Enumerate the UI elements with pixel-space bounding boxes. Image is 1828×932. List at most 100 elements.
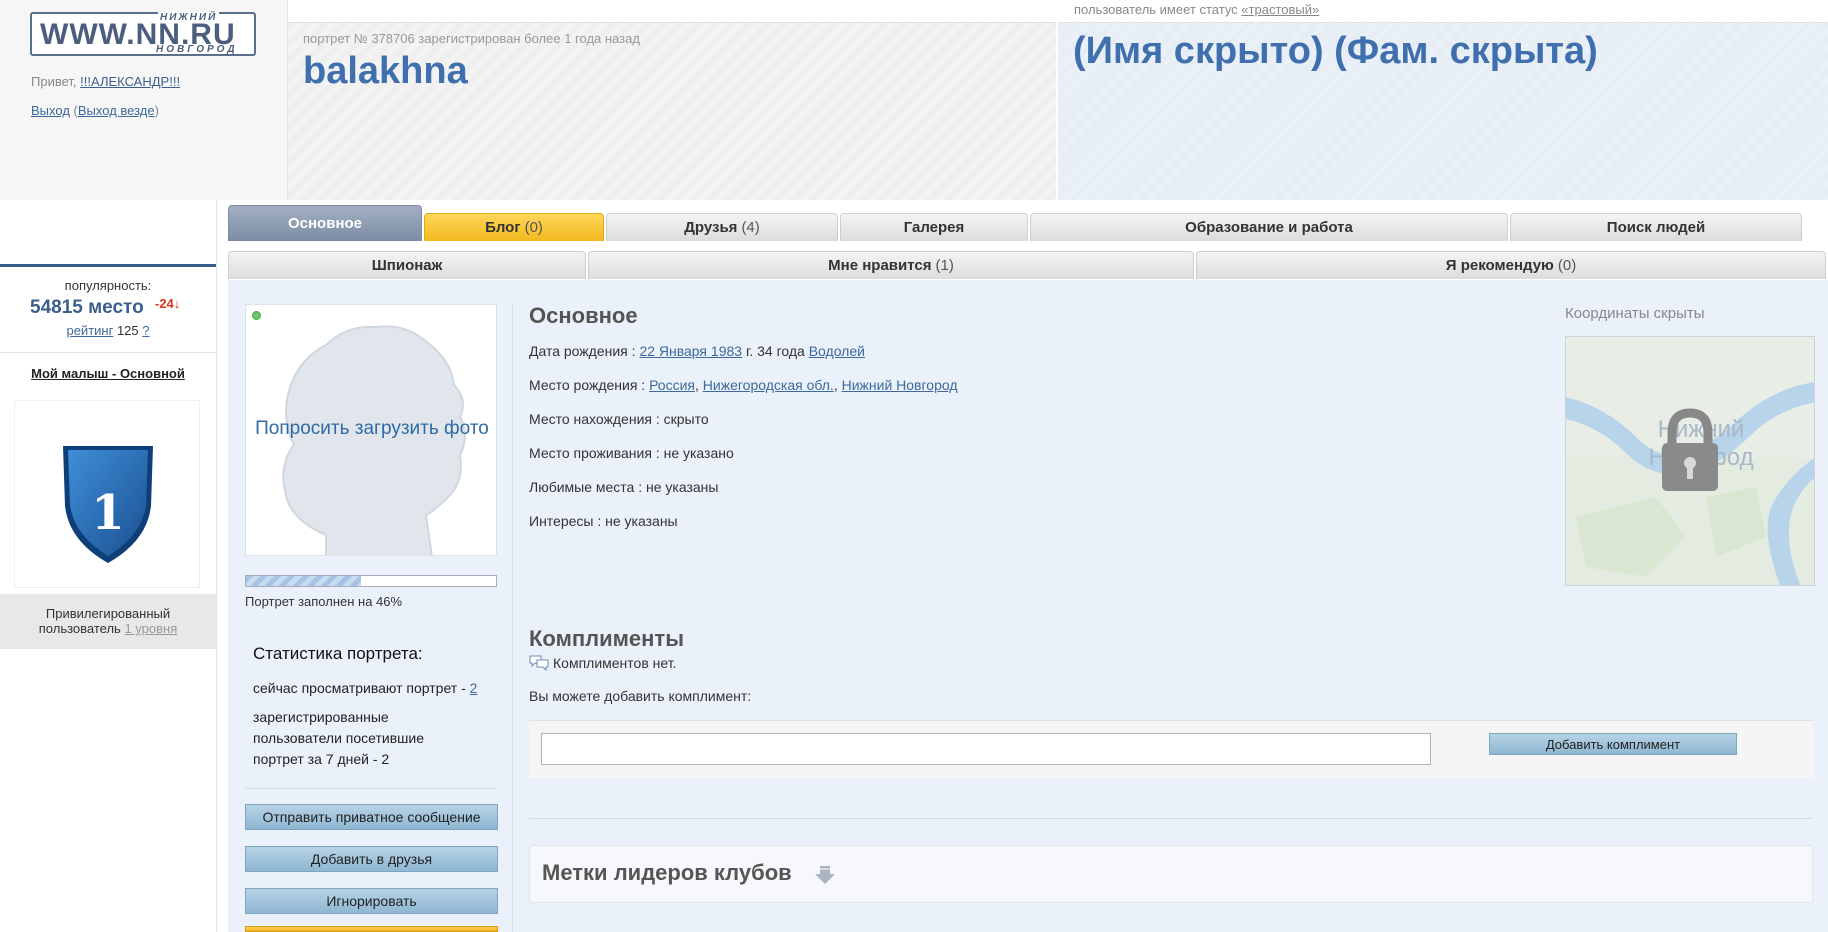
- greeting-prefix: Привет,: [31, 74, 77, 89]
- stats-visits: зарегистрированные пользователи посетивш…: [253, 709, 424, 767]
- tabs-row-2: Шпионаж Мне нравится (1) Я рекомендую (0…: [228, 251, 1826, 279]
- site-logo[interactable]: НИЖНИЙ WWW.NN.RU НОВГОРОД: [30, 12, 256, 56]
- tab-count: (1): [935, 257, 954, 274]
- interests-row: Интересы : не указаны: [529, 513, 678, 529]
- fill-progress-fill: [246, 576, 361, 586]
- stats-title: Статистика портрета:: [253, 644, 423, 663]
- popularity-label: популярность:: [64, 278, 152, 293]
- now-viewing-count-link[interactable]: 2: [470, 680, 478, 696]
- tab-label: Шпионаж: [371, 257, 443, 274]
- birth-label: Дата рождения :: [529, 343, 636, 359]
- tab-recommend[interactable]: Я рекомендую (0): [1196, 251, 1826, 279]
- coords-hidden-label: Координаты скрыты: [1565, 305, 1705, 322]
- birthplace-city-link[interactable]: Нижний Новгород: [842, 377, 958, 393]
- online-indicator: [252, 311, 261, 320]
- tab-likes[interactable]: Мне нравится (1): [588, 251, 1194, 279]
- rating-link[interactable]: рейтинг: [66, 323, 113, 338]
- location-row: Место нахождения : скрыто: [529, 411, 709, 427]
- tabs-row-1: Основное Блог (0) Друзья (4) Галерея Обр…: [228, 205, 1802, 241]
- logo-bottom-text: НОВГОРОД: [156, 44, 238, 55]
- rating-value: 125: [116, 323, 139, 338]
- birth-date-row: Дата рождения : 22 Января 1983 г. 34 год…: [529, 343, 865, 359]
- now-viewing-prefix: сейчас просматривают портрет -: [253, 680, 466, 696]
- tab-label: Основное: [287, 215, 363, 232]
- priv-level-link[interactable]: 1 уровня: [124, 621, 177, 636]
- tab-count: (4): [741, 219, 760, 236]
- tab-label: Блог: [485, 219, 521, 236]
- tab-label: Галерея: [903, 219, 965, 236]
- nickname: balakhna: [303, 50, 468, 92]
- ignore-button[interactable]: Игнорировать: [245, 888, 498, 914]
- priv-line2: пользователь: [38, 621, 121, 636]
- add-compliment-button[interactable]: Добавить комплимент: [1489, 733, 1737, 755]
- section-title-compliments: Комплименты: [529, 626, 684, 651]
- tab-count: (0): [1557, 257, 1577, 274]
- header-left-band: [288, 22, 1056, 200]
- sidebar-divider: [0, 264, 216, 267]
- shield-badge-icon: 1: [63, 446, 153, 563]
- birthplace-label: Место рождения :: [529, 377, 646, 393]
- badge-number: 1: [91, 485, 124, 541]
- compliments-empty: Комплиментов нет.: [529, 655, 676, 671]
- logout-all-link[interactable]: Выход везде: [78, 103, 155, 118]
- fill-progress-bar: [245, 575, 497, 587]
- tab-count: (0): [524, 219, 543, 236]
- tab-spying[interactable]: Шпионаж: [228, 251, 586, 279]
- trust-prefix: пользователь имеет статус: [1074, 2, 1238, 17]
- sidebar-separator: [0, 352, 216, 353]
- birth-date-link[interactable]: 22 Января 1983: [639, 343, 742, 359]
- logout-links: Выход (Выход везде): [31, 103, 159, 118]
- greeting: Привет, !!!АЛЕКСАНДР!!!: [31, 74, 180, 89]
- birthplace-region-link[interactable]: Нижегородская обл.: [703, 377, 834, 393]
- rating-help-link[interactable]: ?: [142, 323, 149, 338]
- compliments-hint: Вы можете добавить комплимент:: [529, 688, 752, 704]
- fill-progress-text: Портрет заполнен на 46%: [245, 594, 403, 609]
- tab-osnovnoe[interactable]: Основное: [228, 205, 422, 241]
- trust-status: пользователь имеет статус «трастовый»: [1074, 2, 1319, 17]
- residence-row: Место проживания : не указано: [529, 445, 734, 461]
- stats-now-viewing: сейчас просматривают портрет - 2: [253, 680, 477, 696]
- add-friend-button[interactable]: Добавить в друзья: [245, 846, 498, 872]
- popularity-place: 54815 место: [30, 297, 144, 318]
- popularity-delta: -24↓: [155, 296, 181, 311]
- birthplace-country-link[interactable]: Россия: [649, 377, 695, 393]
- tab-label: Образование и работа: [1185, 219, 1353, 236]
- registration-info: портрет № 378706 зарегистрирован более 1…: [303, 31, 640, 46]
- rating-row: рейтинг 125 ?: [0, 323, 216, 338]
- column-divider: [512, 304, 513, 932]
- photo-placeholder[interactable]: Попросить загрузить фото: [245, 304, 497, 556]
- expand-arrow-icon[interactable]: [814, 864, 836, 886]
- tab-people-search[interactable]: Поиск людей: [1510, 213, 1802, 241]
- zodiac-link[interactable]: Водолей: [809, 343, 865, 359]
- fav-places-row: Любимые места : не указаны: [529, 479, 719, 495]
- map-image: Нижний Новгород: [1566, 337, 1814, 585]
- trust-link[interactable]: «трастовый»: [1241, 2, 1319, 17]
- tab-gallery[interactable]: Галерея: [840, 213, 1028, 241]
- privileged-user-box: Привилегированный пользователь 1 уровня: [0, 594, 216, 649]
- section-separator: [529, 818, 1813, 819]
- baby-title[interactable]: Мой малыш - Основной: [0, 366, 216, 381]
- birth-age: г. 34 года: [745, 343, 805, 359]
- section-title-main: Основное: [529, 303, 638, 328]
- top-left-panel: НИЖНИЙ WWW.NN.RU НОВГОРОД Привет, !!!АЛЕ…: [0, 0, 288, 200]
- extra-action-button[interactable]: [245, 926, 498, 932]
- tab-education-work[interactable]: Образование и работа: [1030, 213, 1508, 241]
- birthplace-row: Место рождения : Россия, Нижегородская о…: [529, 377, 958, 393]
- speech-bubbles-icon: [529, 655, 549, 671]
- tab-friends[interactable]: Друзья (4): [606, 213, 838, 241]
- tab-label: Друзья: [684, 219, 738, 236]
- user-name-link[interactable]: !!!АЛЕКСАНДР!!!: [80, 74, 180, 89]
- priv-line1: Привилегированный: [45, 606, 171, 621]
- photo-request-link[interactable]: Попросить загрузить фото: [246, 417, 496, 440]
- clubs-title: Метки лидеров клубов: [542, 860, 792, 885]
- tab-label: Поиск людей: [1606, 219, 1706, 236]
- compliments-empty-text: Комплиментов нет.: [553, 655, 677, 671]
- send-message-button[interactable]: Отправить приватное сообщение: [245, 804, 498, 830]
- compliment-input[interactable]: [541, 733, 1431, 765]
- stats-separator: [245, 788, 497, 789]
- logout-link[interactable]: Выход: [31, 103, 70, 118]
- full-name: (Имя скрыто) (Фам. скрыта): [1073, 30, 1598, 72]
- tab-label: Мне нравится: [828, 257, 932, 274]
- map-thumbnail: Нижний Новгород: [1565, 336, 1815, 586]
- tab-blog[interactable]: Блог (0): [424, 213, 604, 241]
